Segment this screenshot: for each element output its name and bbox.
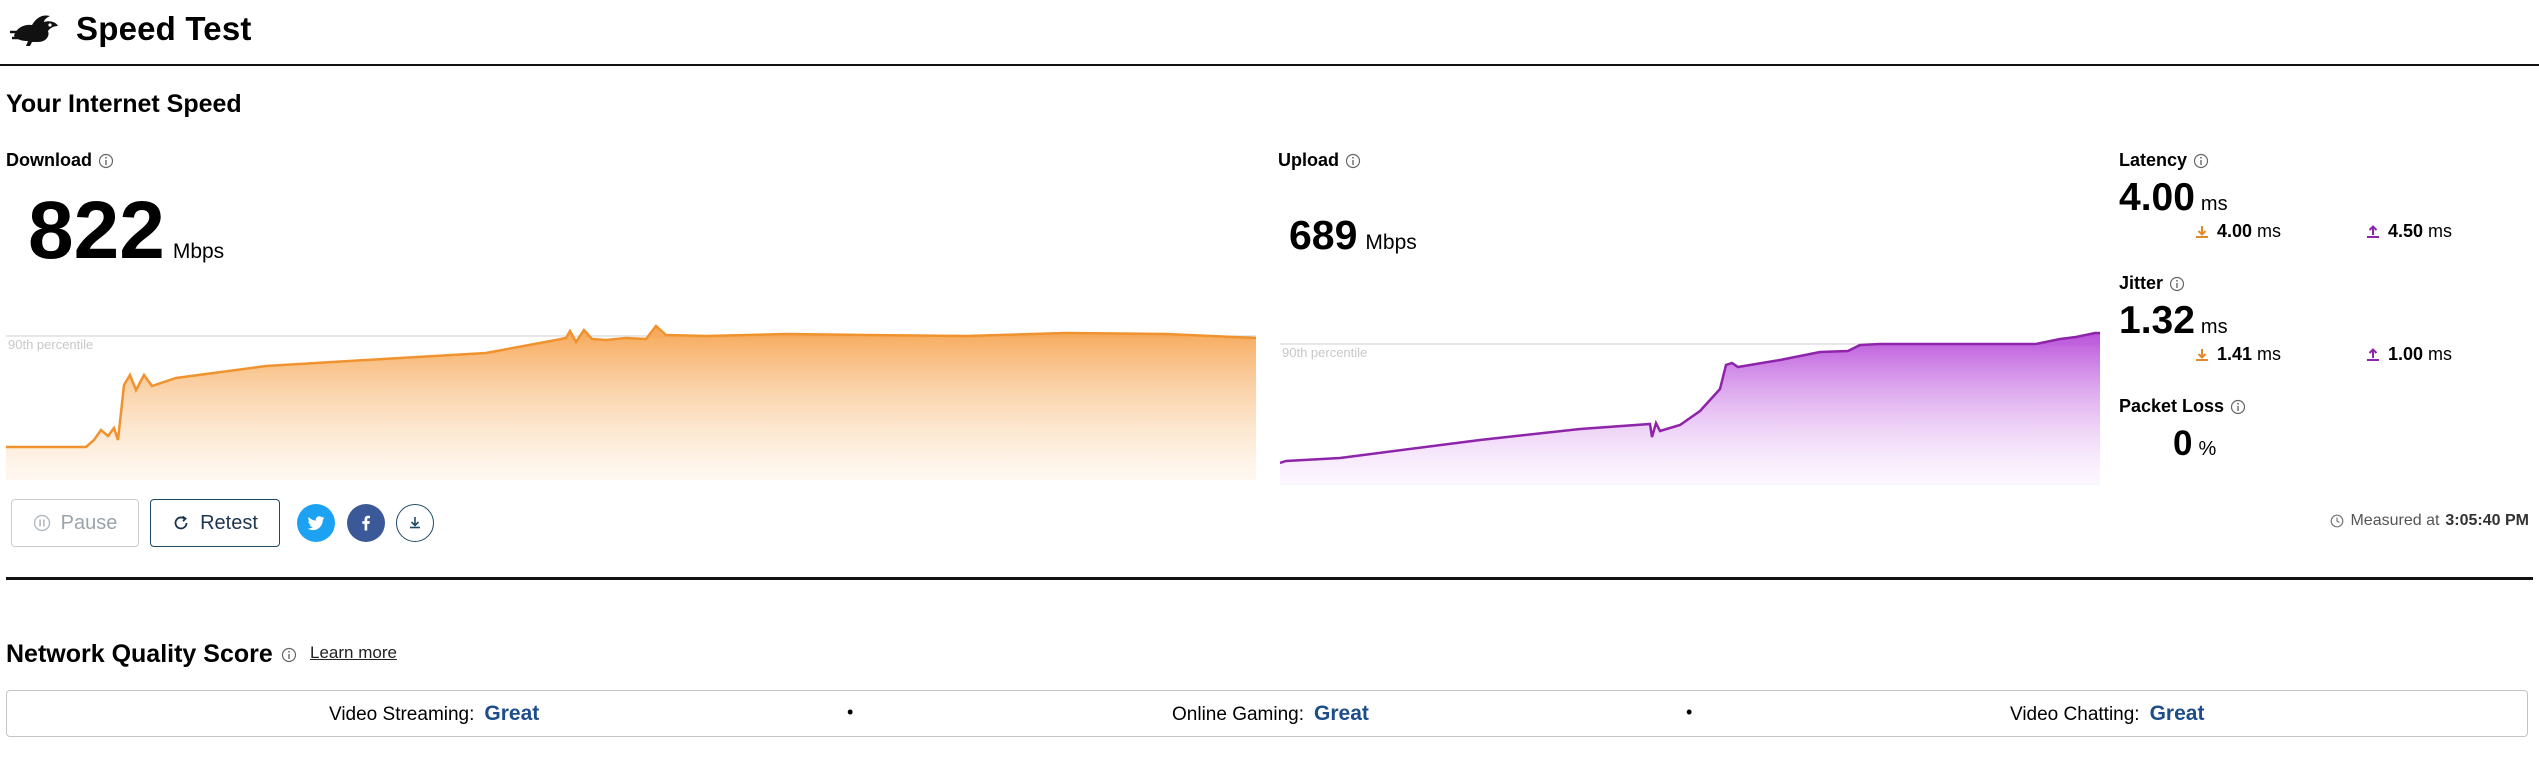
quality-item-video-chatting: Video Chatting: Great [2010,702,2204,726]
packet-loss-unit: % [2198,438,2217,460]
facebook-icon [362,515,370,531]
latency-number: 4.00 [2119,176,2195,219]
network-quality-box: Video Streaming: Great • Online Gaming: … [6,690,2528,737]
retest-label: Retest [200,511,258,534]
download-chart: 90th percentile [6,324,1256,480]
quality-value: Great [1314,702,1369,725]
download-area [6,326,1256,480]
download-percentile-label: 90th percentile [8,337,93,352]
pause-icon [33,514,50,532]
jitter-number: 1.32 [2119,299,2195,342]
jitter-value: 1.32 ms [2119,301,2228,340]
section-divider [6,577,2533,580]
jitter-upload-value: 1.00 [2388,344,2424,364]
latency-download: 4.00 ms [2195,221,2281,242]
measured-at: Measured at 3:05:40 PM [2330,512,2529,530]
quality-label: Video Chatting: [2010,704,2140,725]
learn-more-link[interactable]: Learn more [310,643,397,663]
jitter-upload-unit: ms [2428,344,2453,364]
upload-label-text: Upload [1278,150,1339,170]
latency-upload: 4.50 ms [2366,221,2452,242]
pause-label: Pause [60,511,118,534]
jitter-unit: ms [2200,316,2228,338]
clock-icon [2331,514,2344,528]
retest-button[interactable]: Retest [150,499,280,547]
network-quality-title: Network Quality Score [6,640,297,669]
latency-value: 4.00 ms [2119,178,2228,217]
app-header: Speed Test [0,0,2539,66]
info-icon[interactable] [281,647,297,663]
latency-label: Latency [2119,150,2209,171]
info-icon[interactable] [2169,276,2185,292]
latency-download-value: 4.00 [2217,221,2253,241]
jitter-upload: 1.00 ms [2366,344,2452,365]
refresh-icon [174,515,188,530]
download-unit: Mbps [172,240,225,263]
packet-loss-value: 0 % [2173,426,2216,461]
info-icon[interactable] [1345,153,1361,169]
separator-dot: • [847,702,854,722]
jitter-download: 1.41 ms [2195,344,2281,365]
jitter-label: Jitter [2119,273,2185,294]
measured-time: 3:05:40 PM [2445,512,2529,529]
latency-upload-unit: ms [2428,221,2453,241]
info-icon[interactable] [2193,153,2209,169]
quality-value: Great [484,702,540,725]
upload-percentile-label: 90th percentile [1282,345,1367,360]
download-label-text: Download [6,150,92,170]
download-value: 822 [28,185,165,276]
quality-label: Video Streaming: [329,704,475,725]
upload-area [1280,333,2100,485]
info-icon[interactable] [2230,399,2246,415]
info-icon[interactable] [98,153,114,169]
upload-chart: 90th percentile [1280,331,2100,485]
latency-unit: ms [2200,193,2228,215]
facebook-share-button[interactable] [347,504,385,542]
app-title: Speed Test [76,10,252,47]
packet-loss-label-text: Packet Loss [2119,396,2225,416]
latency-label-text: Latency [2119,150,2188,170]
download-label: Download [6,150,114,171]
measured-prefix: Measured at [2350,512,2440,529]
download-results-button[interactable] [396,504,434,542]
jitter-download-value: 1.41 [2217,344,2253,364]
upload-label: Upload [1278,150,1361,171]
jitter-label-text: Jitter [2119,273,2164,293]
download-icon [410,517,420,529]
rabbit-logo-icon [10,15,58,46]
jitter-download-unit: ms [2257,344,2282,364]
upload-speed: 689 Mbps [1289,215,1417,256]
section-title: Your Internet Speed [6,90,242,118]
quality-value: Great [2149,702,2205,725]
packet-loss-number: 0 [2173,424,2193,463]
quality-item-video-streaming: Video Streaming: Great [329,702,539,726]
upload-value: 689 [1289,212,1358,258]
quality-label: Online Gaming: [1172,704,1305,725]
upload-unit: Mbps [1365,231,1417,254]
packet-loss-label: Packet Loss [2119,396,2246,417]
separator-dot: • [1686,702,1693,722]
latency-upload-value: 4.50 [2388,221,2424,241]
twitter-icon [307,516,325,531]
pause-button[interactable]: Pause [11,499,139,547]
upload-arrow-icon [2367,347,2379,361]
twitter-share-button[interactable] [297,504,335,542]
latency-download-unit: ms [2257,221,2282,241]
download-arrow-icon [2196,225,2208,238]
quality-item-online-gaming: Online Gaming: Great [1172,702,1369,726]
upload-arrow-icon [2367,224,2379,238]
download-arrow-icon [2196,348,2208,361]
network-quality-title-text: Network Quality Score [6,640,273,668]
download-speed: 822 Mbps [28,190,224,272]
